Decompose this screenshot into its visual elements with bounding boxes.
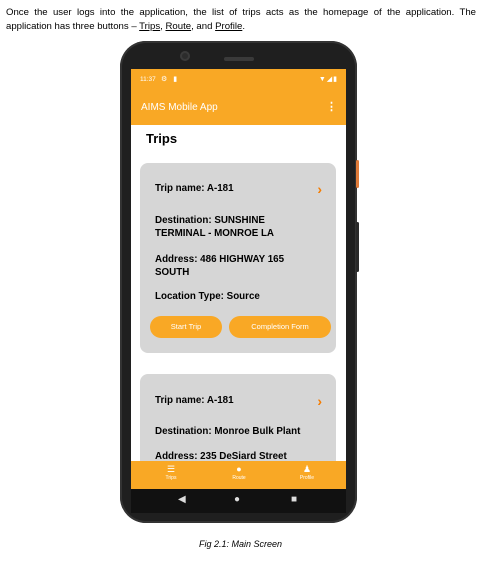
document-intro-text: Once the user logs into the application,… [6,6,476,34]
battery-icon: ▮ [333,76,338,83]
system-status-icons: ▼◢▮ [319,75,338,83]
list-icon: ☰ [166,464,176,474]
camera-icon [180,51,190,61]
home-icon[interactable]: ● [234,494,240,505]
figure-caption: Fig 2.1: Main Screen [198,539,283,549]
trips-reference: Trips [139,21,161,32]
status-bar: 11:37 ⚙ ▮ ▼◢▮ [131,69,346,91]
start-trip-button[interactable]: Start Trip [150,316,222,338]
settings-icon: ⚙ [161,76,170,83]
page-title: Trips [146,131,178,146]
trip-address: Address: 486 HIGHWAY 165 SOUTH [155,254,285,278]
app-title: AIMS Mobile App [141,102,218,113]
system-navigation-bar: ◀ ● ■ [131,489,346,513]
nav-label: Profile [299,475,315,481]
status-time: 11:37 [140,76,156,83]
more-options-icon[interactable]: ⋮ [326,100,337,113]
chevron-right-icon[interactable]: › [317,181,322,197]
nav-profile[interactable]: ♟ Profile [277,464,337,481]
app-bar: AIMS Mobile App ⋮ [131,91,346,125]
trip-location-type: Location Type: Source [155,291,260,302]
sim-icon: ▮ [173,76,180,83]
bottom-navigation: ☰ Trips ● Route ♟ Profile [131,461,346,489]
person-icon: ♟ [302,464,312,474]
route-reference: Route [165,21,192,32]
speaker-grille [224,57,254,61]
volume-button [356,222,359,272]
notification-icons: ⚙ ▮ [161,75,179,83]
completion-form-button[interactable]: Completion Form [229,316,331,338]
profile-reference: Profile [215,21,243,32]
trip-card[interactable]: Trip name: A-181 › Destination: SUNSHINE… [140,163,336,353]
recents-icon[interactable]: ■ [291,494,297,505]
trip-destination: Destination: SUNSHINE TERMINAL - MONROE … [155,215,275,239]
nav-label: Trips [165,475,177,481]
period: . [242,21,245,32]
nav-route[interactable]: ● Route [209,464,269,481]
power-button [356,160,359,188]
wifi-icon: ▼ [318,76,327,83]
location-pin-icon: ● [236,464,242,474]
nav-trips[interactable]: ☰ Trips [141,464,201,481]
trip-name: Trip name: A-181 [155,395,234,406]
separator: , and [191,21,216,32]
trip-name: Trip name: A-181 [155,183,234,194]
trip-destination: Destination: Monroe Bulk Plant [155,426,301,437]
nav-label: Route [232,475,246,481]
back-icon[interactable]: ◀ [178,494,186,505]
phone-screen: 11:37 ⚙ ▮ ▼◢▮ AIMS Mobile App ⋮ Trips Tr… [131,69,346,513]
chevron-right-icon[interactable]: › [317,393,322,409]
